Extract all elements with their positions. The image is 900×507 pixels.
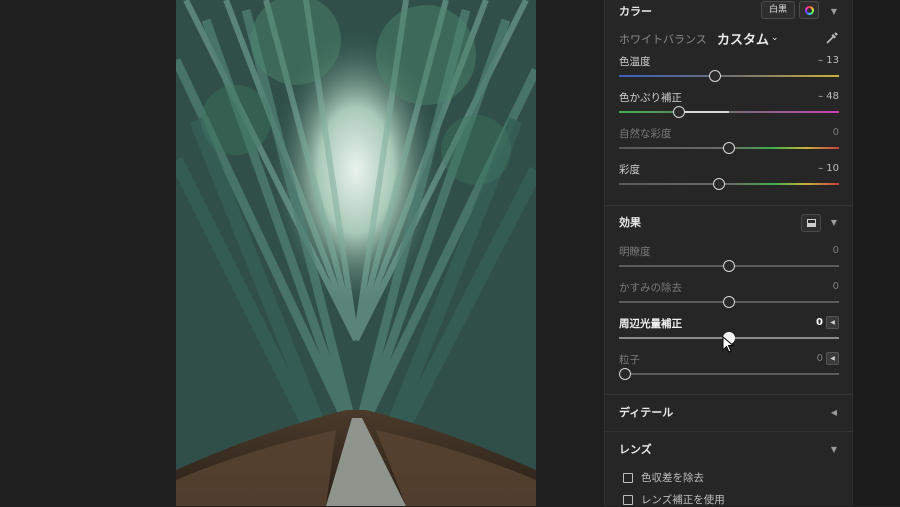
- bamboo-forest-image: [176, 0, 536, 506]
- caret-down-icon[interactable]: ▼: [831, 218, 837, 227]
- enable-lens-corrections-option[interactable]: レンズ補正を使用: [623, 492, 725, 507]
- eyedropper-icon[interactable]: [825, 31, 839, 45]
- vibrance-slider-knob[interactable]: [723, 142, 735, 154]
- grain-slider-row: 粒子 0 ◀: [619, 352, 839, 388]
- vibrance-slider-row: 自然な彩度 0: [619, 126, 839, 162]
- tint-slider-row: 色かぶり補正 – 48: [619, 90, 839, 126]
- color-wheel-icon: [804, 5, 814, 15]
- white-balance-label: ホワイトバランス: [619, 33, 707, 46]
- effects-section-title: 効果: [619, 216, 641, 229]
- grain-value[interactable]: 0: [817, 353, 823, 364]
- vignette-value[interactable]: 0: [816, 317, 823, 328]
- temperature-slider-row: 色温度 – 13: [619, 54, 839, 90]
- clarity-slider-knob[interactable]: [723, 260, 735, 272]
- mouse-pointer-icon: [722, 336, 735, 353]
- temperature-slider-knob[interactable]: [709, 70, 721, 82]
- chevron-down-icon[interactable]: ⌄: [771, 33, 779, 43]
- caret-left-icon[interactable]: ◀: [826, 316, 839, 329]
- grain-label: 粒子: [619, 354, 640, 366]
- effects-mask-icon: [806, 219, 816, 227]
- vibrance-label: 自然な彩度: [619, 128, 672, 140]
- temperature-track[interactable]: [619, 75, 839, 77]
- white-balance-select[interactable]: カスタム: [717, 29, 769, 48]
- caret-down-icon[interactable]: ▼: [831, 445, 837, 454]
- color-section-header[interactable]: カラー 白黒 ▼: [605, 0, 853, 22]
- checkbox[interactable]: [623, 494, 633, 505]
- lens-section-title: レンズ: [619, 443, 652, 456]
- detail-section-title: ディテール: [619, 406, 674, 419]
- lens-section-header[interactable]: レンズ ▼: [605, 438, 853, 460]
- section-divider: [605, 205, 853, 206]
- saturation-label: 彩度: [619, 164, 640, 176]
- temperature-value[interactable]: – 13: [818, 55, 839, 66]
- photo-preview[interactable]: [176, 0, 536, 506]
- caret-left-icon[interactable]: ◀: [831, 408, 837, 417]
- tint-track[interactable]: [619, 111, 839, 113]
- remove-chromatic-aberration-option[interactable]: 色収差を除去: [623, 470, 704, 485]
- dehaze-slider-knob[interactable]: [723, 296, 735, 308]
- saturation-track[interactable]: [619, 183, 839, 185]
- dehaze-label: かすみの除去: [619, 282, 682, 294]
- tint-label: 色かぶり補正: [619, 92, 682, 104]
- clarity-label: 明瞭度: [619, 246, 651, 258]
- white-balance-row: ホワイトバランス カスタム ⌄: [619, 28, 839, 48]
- vignette-label: 周辺光量補正: [619, 318, 682, 330]
- tint-fill: [679, 111, 729, 113]
- saturation-value[interactable]: – 10: [818, 163, 839, 174]
- color-section-title: カラー: [619, 5, 652, 18]
- edit-panel: カラー 白黒 ▼ ホワイトバランス カスタム ⌄ 色温度 – 13 色かぶり補正…: [604, 0, 853, 506]
- enable-lens-corrections-label: レンズ補正を使用: [641, 494, 725, 506]
- dehaze-slider-row: かすみの除去 0: [619, 280, 839, 316]
- remove-chromatic-aberration-label: 色収差を除去: [641, 472, 704, 484]
- right-tool-strip: [852, 0, 900, 506]
- checkbox[interactable]: [623, 472, 633, 483]
- caret-down-icon[interactable]: ▼: [831, 7, 837, 16]
- vibrance-value[interactable]: 0: [833, 127, 839, 138]
- clarity-slider-row: 明瞭度 0: [619, 244, 839, 280]
- grain-track[interactable]: [619, 373, 839, 375]
- tint-value[interactable]: – 48: [818, 91, 839, 102]
- tint-slider-knob[interactable]: [673, 106, 685, 118]
- color-mixer-button[interactable]: [799, 1, 819, 19]
- detail-section-header[interactable]: ディテール ◀: [605, 401, 853, 423]
- temperature-label: 色温度: [619, 56, 651, 68]
- saturation-slider-knob[interactable]: [713, 178, 725, 190]
- image-canvas: [0, 0, 604, 506]
- grain-slider-knob[interactable]: [619, 368, 631, 380]
- saturation-slider-row: 彩度 – 10: [619, 162, 839, 198]
- effects-mask-button[interactable]: [801, 214, 821, 232]
- section-divider: [605, 431, 853, 432]
- black-white-button[interactable]: 白黒: [761, 1, 795, 19]
- clarity-value[interactable]: 0: [833, 245, 839, 256]
- section-divider: [605, 394, 853, 395]
- caret-left-icon[interactable]: ◀: [826, 352, 839, 365]
- dehaze-value[interactable]: 0: [833, 281, 839, 292]
